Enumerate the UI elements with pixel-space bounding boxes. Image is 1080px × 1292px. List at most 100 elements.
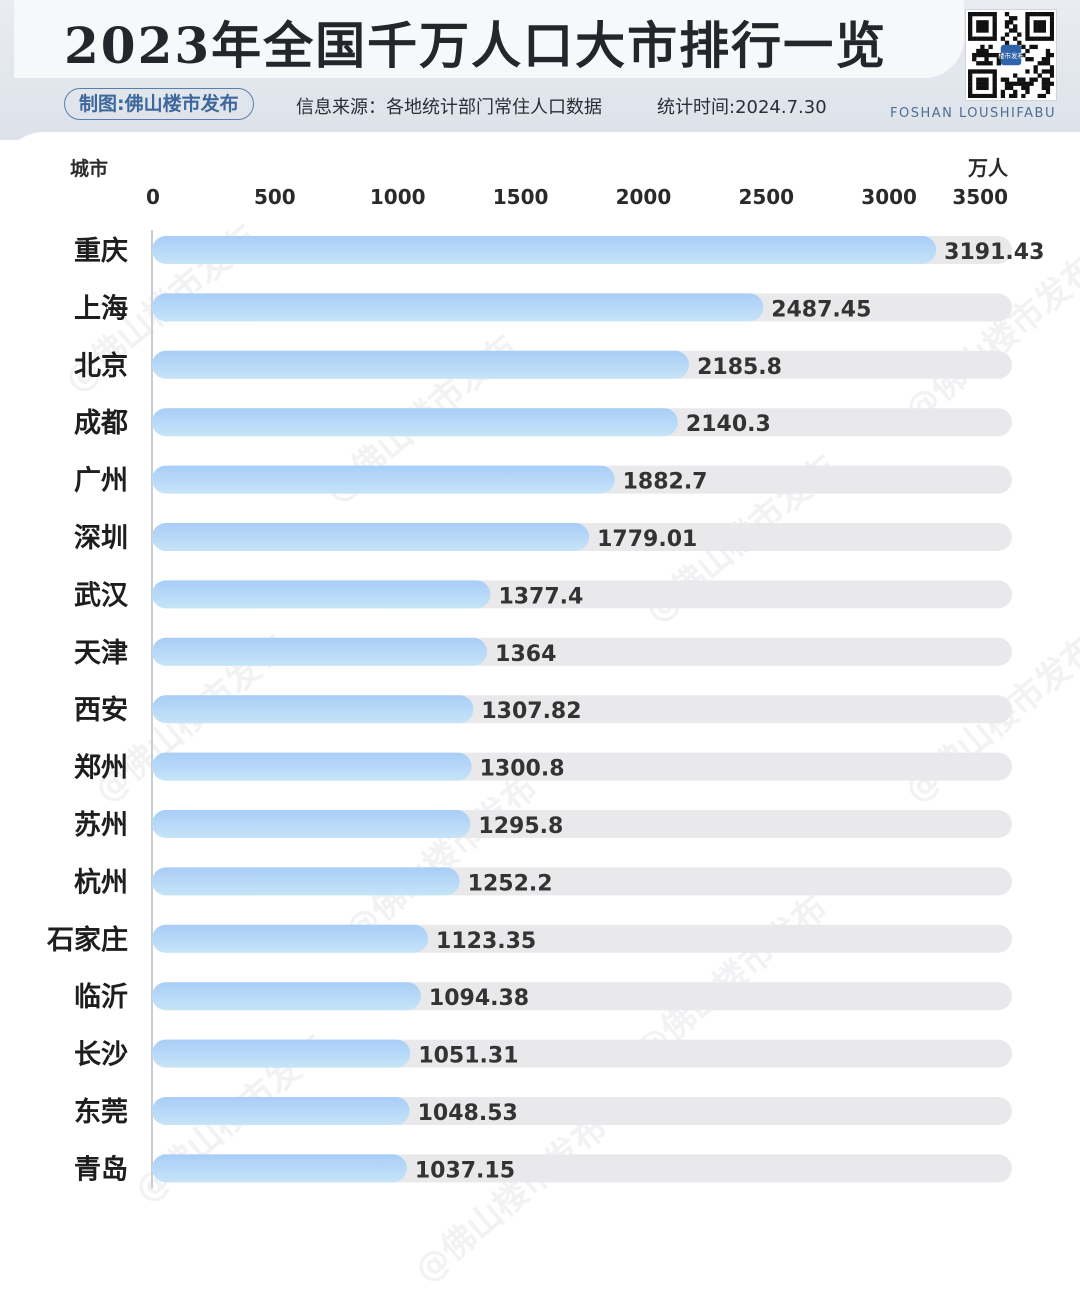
qr-module [1025,89,1030,95]
qr-module [976,28,981,33]
qr-module [968,28,973,33]
qr-module [992,28,997,33]
qr-module [968,89,973,95]
qr-module [1021,81,1026,86]
value-label: 1779.01 [597,527,697,552]
qr-module [984,69,989,74]
qr-module [1049,65,1054,70]
qr-module [1041,61,1047,66]
category-label: 天津 [74,638,128,669]
value-label: 1048.53 [418,1101,518,1126]
stat-time-text: 统计时间:2024.7.30 [657,97,827,118]
qr-module [992,52,997,58]
value-label: 2185.8 [697,355,782,380]
qr-module [1021,77,1026,82]
category-label: 重庆 [74,235,128,267]
qr-module [1037,28,1042,33]
qr-module [976,69,981,74]
value-label: 1051.31 [418,1044,518,1069]
bar [152,810,471,838]
qr-module [992,20,997,25]
qr-module [1004,12,1010,17]
qr-module [980,24,985,29]
brand-english: FOSHAN LOUSHIFABU [890,106,1056,121]
bar [152,350,690,379]
qr-module [1025,16,1030,21]
qr-module [1000,93,1006,98]
qr-module [1045,12,1051,17]
x-tick-label: 2000 [616,185,672,209]
qr-module [976,48,981,54]
qr-module [1013,73,1018,78]
qr-module [1033,69,1038,74]
qr-module [984,12,989,17]
qr-module [1033,24,1038,29]
qr-module [1004,81,1010,86]
page-title: 2023年全国千万人口大市排行一览 [64,16,888,75]
qr-module [1025,48,1030,54]
qr-module [992,32,997,37]
category-label: 临沂 [74,981,128,1013]
qr-module [1021,44,1026,50]
qr-module [1033,28,1038,33]
qr-module [1029,57,1034,62]
qr-module [1013,89,1018,95]
value-label: 1377.4 [498,584,583,609]
qr-module [976,12,981,17]
qr-module [992,93,997,98]
x-tick-label: 3500 [952,185,1008,209]
qr-module [1041,85,1047,91]
qr-module [992,89,997,95]
qr-module [1041,36,1047,41]
qr-module [1004,32,1010,37]
category-label: 青岛 [74,1153,128,1185]
qr-module [1041,28,1047,33]
category-label: 成都 [74,408,128,439]
qr-module [1008,16,1014,21]
qr-module [976,36,981,41]
qr-module [984,24,989,29]
qr-module [988,44,993,50]
qr-module [1045,61,1051,66]
qr-module [1025,69,1030,74]
qr-module [1049,36,1054,41]
x-tick-label: 2500 [738,185,794,209]
value-label: 1300.8 [480,757,565,782]
qr-module [1041,93,1047,98]
value-label: 1295.8 [478,814,563,839]
qr-module [968,16,973,21]
qr-module [1049,73,1054,78]
qr-module [1025,28,1030,33]
qr-module [1037,61,1042,66]
bar [152,580,491,609]
value-label: 1037.15 [415,1158,515,1183]
qr-module [968,32,973,37]
bar [152,695,474,724]
qr-module [1045,48,1051,54]
sub-header: 制图:佛山楼市发布 信息来源：各地统计部门常住人口数据 统计时间:2024.7.… [0,82,1080,130]
qr-module [1049,32,1054,37]
bar [152,293,764,322]
qr-module [1017,77,1022,82]
qr-module [1041,57,1047,62]
qr-module [992,81,997,86]
qr-module [1033,36,1038,41]
bar [152,236,937,264]
qr-module [976,81,981,86]
bar [152,982,421,1011]
qr-module [972,93,977,98]
header: 2023年全国千万人口大市排行一览 制图:佛山楼市发布 信息来源：各地统计部门常… [0,0,1080,140]
qr-module [1017,81,1022,86]
value-label: 1364 [495,642,556,667]
bar [152,465,615,494]
qr-module [992,24,997,29]
qr-module [1025,57,1030,62]
qr-module [1033,65,1038,70]
qr-module [1017,40,1022,45]
bar [152,408,678,437]
qr-module [968,20,973,25]
value-label: 1094.38 [429,986,529,1011]
category-label: 广州 [74,466,128,497]
qr-module [1021,85,1026,91]
qr-module [1045,89,1051,95]
